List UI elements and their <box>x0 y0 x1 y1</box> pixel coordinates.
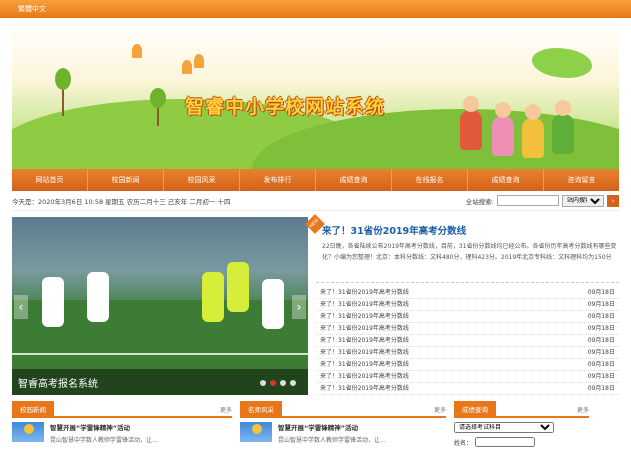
image-slider: ‹ › 智睿高考报名系统 <box>12 217 308 395</box>
date-text: 今天是：2020年3月6日 10:58 星期五 农历二月十三 己亥年 二月初一 … <box>12 197 231 206</box>
more-link[interactable]: 更多 <box>220 405 232 414</box>
list-item[interactable]: 来了！31省份2019年高考分数线 09月18日 <box>316 383 619 395</box>
search-box: 全站搜索: 站内搜索 › <box>465 194 619 207</box>
exam-select[interactable]: 请选择考试科目 <box>454 422 554 433</box>
kid <box>492 116 514 156</box>
section-item-title[interactable]: 智慧开展“学雷锋精神”活动 <box>50 422 158 432</box>
section-score-query: 成绩查询 更多 请选择考试科目 姓名： <box>454 401 589 447</box>
search-scope-select[interactable]: 站内搜索 <box>562 194 604 207</box>
list-item[interactable]: 来了！31省份2019年高考分数线 09月18日 <box>316 311 619 323</box>
news-thumbnail[interactable] <box>240 422 272 442</box>
news-thumbnail[interactable] <box>12 422 44 442</box>
list-item[interactable]: 来了！31省份2019年高考分数线 09月18日 <box>316 359 619 371</box>
name-label: 姓名： <box>454 439 473 447</box>
section-item-desc: 昆山智慧中学数人教师学雷锋活动，让… <box>278 437 387 444</box>
slider-prev-button[interactable]: ‹ <box>14 295 28 319</box>
nav-item[interactable]: 在线报名 <box>392 169 468 191</box>
player <box>202 272 224 322</box>
section-text: 智慧开展“学雷锋精神”活动 昆山智慧中学数人教师学雷锋活动，让… <box>50 422 158 444</box>
nav-item[interactable]: 校园新闻 <box>88 169 164 191</box>
section-header: 校园新闻 更多 <box>12 401 232 418</box>
slider-dot[interactable] <box>290 380 296 386</box>
section-tab[interactable]: 名师风采 <box>240 401 282 416</box>
nav-item[interactable]: 发布排行 <box>240 169 316 191</box>
search-button[interactable]: › <box>607 194 619 207</box>
banner: 智睿中小学校网站系统 <box>12 18 619 169</box>
main-content: ‹ › 智睿高考报名系统 NEW 来了！31省份2019年高考分数线 22日晚，… <box>12 214 619 395</box>
site-title: 智睿中小学校网站系统 <box>185 96 386 118</box>
list-item[interactable]: 来了！31省份2019年高考分数线 09月18日 <box>316 299 619 311</box>
tree <box>55 68 71 90</box>
language-link[interactable]: 繁體中文 <box>18 5 46 13</box>
nav-item[interactable]: 咨询留言 <box>544 169 619 191</box>
list-item[interactable]: 来了！31省份2019年高考分数线 09月18日 <box>316 323 619 335</box>
section-header: 成绩查询 更多 <box>454 401 589 418</box>
kid <box>552 114 574 154</box>
more-link[interactable]: 更多 <box>434 405 446 414</box>
slider-dot-active[interactable] <box>270 380 276 386</box>
list-item[interactable]: 来了！31省份2019年高考分数线 09月18日 <box>316 335 619 347</box>
news-list: 来了！31省份2019年高考分数线 09月18日 来了！31省份2019年高考分数… <box>316 287 619 395</box>
news-headline[interactable]: 来了！31省份2019年高考分数线 <box>322 223 619 237</box>
section-teachers: 名师风采 更多 智慧开展“学雷锋精神”活动 昆山智慧中学数人教师学雷锋活动，让… <box>240 401 446 444</box>
list-item[interactable]: 来了！31省份2019年高考分数线 09月18日 <box>316 287 619 299</box>
section-tab[interactable]: 成绩查询 <box>454 401 496 416</box>
slider-dot[interactable] <box>280 380 286 386</box>
kid-head <box>525 104 541 120</box>
section-header: 名师风采 更多 <box>240 401 446 418</box>
kid-head <box>463 96 479 112</box>
nav-item[interactable]: 成绩查询 <box>468 169 544 191</box>
list-item[interactable]: 来了！31省份2019年高考分数线 09月18日 <box>316 347 619 359</box>
main-nav: 网站首页 校园新闻 校园风采 发布排行 成绩查询 在线报名 成绩查询 咨询留言 <box>12 169 619 191</box>
nav-item[interactable]: 校园风采 <box>164 169 240 191</box>
kid <box>522 118 544 158</box>
list-item[interactable]: 来了！31省份2019年高考分数线 09月18日 <box>316 371 619 383</box>
kid-head <box>495 102 511 118</box>
kid-head <box>555 100 571 116</box>
section-tab[interactable]: 校园新闻 <box>12 401 54 416</box>
kid <box>460 110 482 150</box>
flower-icon <box>194 54 204 68</box>
section-body: 智慧开展“学雷锋精神”活动 昆山智慧中学数人教师学雷锋活动，让… <box>12 422 232 444</box>
news-summary: 22日晚，各省陆续公布2019年高考分数线，目前，31省份分数线均已经公布。各省… <box>316 241 619 283</box>
tree <box>532 48 592 78</box>
player <box>87 272 109 322</box>
news-panel: NEW 来了！31省份2019年高考分数线 22日晚，各省陆续公布2019年高考… <box>305 214 619 395</box>
flower-icon <box>182 60 192 74</box>
flower-icon <box>132 44 142 58</box>
section-body: 智慧开展“学雷锋精神”活动 昆山智慧中学数人教师学雷锋活动，让… <box>240 422 446 444</box>
nav-item[interactable]: 成绩查询 <box>316 169 392 191</box>
top-bar: 繁體中文 <box>0 0 631 18</box>
info-bar: 今天是：2020年3月6日 10:58 星期五 农历二月十三 己亥年 二月初一 … <box>12 191 619 211</box>
section-item-desc: 昆山智慧中学数人教师学雷锋活动，让… <box>50 437 159 444</box>
slider-next-button[interactable]: › <box>292 295 306 319</box>
section-campus-news: 校园新闻 更多 智慧开展“学雷锋精神”活动 昆山智慧中学数人教师学雷锋活动，让… <box>12 401 232 444</box>
name-row: 姓名： <box>454 437 589 447</box>
slider-dots <box>260 380 296 386</box>
search-label: 全站搜索: <box>465 197 494 206</box>
search-input[interactable] <box>497 195 559 206</box>
section-item-title[interactable]: 智慧开展“学雷锋精神”活动 <box>278 422 386 432</box>
player <box>262 279 284 329</box>
slider-dot[interactable] <box>260 380 266 386</box>
bottom-sections: 校园新闻 更多 智慧开展“学雷锋精神”活动 昆山智慧中学数人教师学雷锋活动，让…… <box>12 401 619 447</box>
player <box>227 262 249 312</box>
more-link[interactable]: 更多 <box>577 405 589 414</box>
field-line <box>12 353 308 355</box>
nav-item[interactable]: 网站首页 <box>12 169 88 191</box>
name-input[interactable] <box>475 437 536 447</box>
tree <box>150 88 166 108</box>
player <box>42 277 64 327</box>
section-text: 智慧开展“学雷锋精神”活动 昆山智慧中学数人教师学雷锋活动，让… <box>278 422 386 444</box>
